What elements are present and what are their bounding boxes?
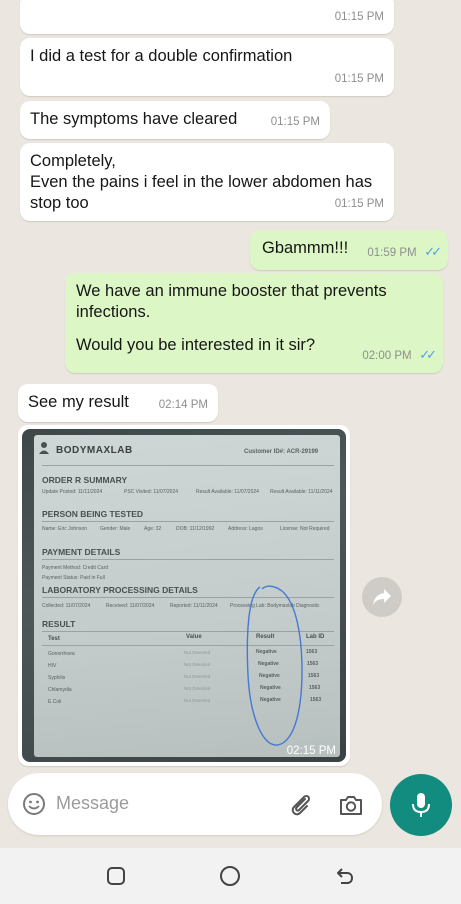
double-check-icon: ✓✓: [424, 244, 442, 259]
message-text: The symptoms have cleared: [30, 110, 238, 128]
forward-icon: [373, 589, 391, 605]
recents-icon[interactable]: [104, 864, 128, 888]
message-text-line: stop too: [30, 194, 89, 212]
message-input[interactable]: Message: [56, 793, 129, 814]
image-message[interactable]: BODYMAXLAB Customer ID#: ACR-29199 ORDER…: [18, 425, 350, 766]
voice-message-button[interactable]: [390, 774, 452, 836]
message-text-line: Completely,: [30, 152, 116, 170]
system-navigation-bar: [0, 848, 461, 904]
microphone-icon: [412, 793, 430, 817]
message-bubble[interactable]: Completely, Even the pains i feel in the…: [20, 143, 394, 221]
double-check-icon: ✓✓: [419, 347, 437, 362]
paperclip-icon[interactable]: [288, 792, 314, 818]
message-meta: 02:00 PM ✓✓: [362, 344, 437, 367]
message-bubble-outgoing[interactable]: We have an immune booster that prevents …: [65, 273, 443, 373]
message-text: I did a test for a double confirmation: [30, 47, 293, 65]
message-time: 02:00 PM: [362, 350, 412, 362]
message-time: 01:15 PM: [334, 198, 384, 210]
image-time: 02:15 PM: [286, 745, 336, 757]
back-icon[interactable]: [333, 864, 357, 888]
message-bubble[interactable]: I did a test for a double confirmation 0…: [20, 38, 394, 96]
message-time: 02:14 PM: [158, 399, 208, 411]
forward-button[interactable]: [362, 577, 402, 617]
message-text: Gbammm!!!: [262, 239, 349, 257]
message-text-line: We have an immune booster that prevents: [76, 282, 387, 300]
message-bubble[interactable]: See my result 02:14 PM: [18, 384, 218, 422]
message-text-line: Even the pains i feel in the lower abdom…: [30, 173, 373, 191]
result-photo[interactable]: BODYMAXLAB Customer ID#: ACR-29199 ORDER…: [22, 429, 346, 762]
home-icon[interactable]: [218, 864, 242, 888]
message-text-line: infections.: [76, 303, 151, 321]
message-time: 01:59 PM: [367, 247, 417, 259]
message-time: 01:15 PM: [270, 116, 320, 128]
message-bubble-outgoing[interactable]: Gbammm!!! 01:59 PM ✓✓: [250, 230, 448, 270]
message-time: 01:15 PM: [334, 11, 384, 23]
emoji-icon[interactable]: [22, 792, 46, 816]
lab-result-document: BODYMAXLAB Customer ID#: ACR-29199 ORDER…: [34, 435, 340, 757]
camera-icon[interactable]: [338, 793, 364, 817]
message-time: 01:15 PM: [334, 73, 384, 85]
message-composer[interactable]: Message: [8, 773, 382, 835]
message-bubble[interactable]: 01:15 PM: [20, 0, 394, 34]
message-text: See my result: [28, 393, 129, 411]
message-meta: 01:59 PM ✓✓: [367, 241, 442, 264]
pen-circle-annotation: [246, 585, 303, 746]
message-bubble[interactable]: The symptoms have cleared 01:15 PM: [20, 101, 330, 139]
